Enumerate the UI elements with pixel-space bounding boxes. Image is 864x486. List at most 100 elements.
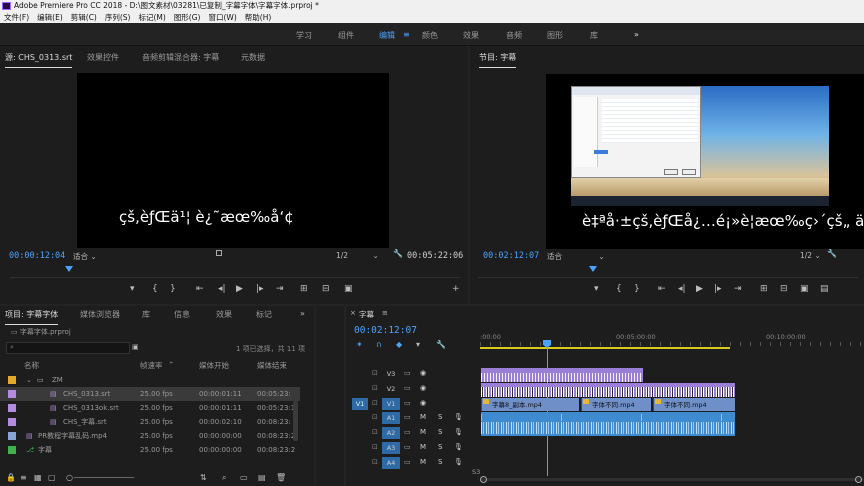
column-name[interactable]: 名称 <box>24 360 39 371</box>
track-sync-lock-icon[interactable]: ▭ <box>404 384 411 392</box>
track-lock-icon[interactable]: ⊡ <box>372 428 378 436</box>
list-view-icon[interactable]: ≡ <box>20 473 27 482</box>
timeline-scrollbar[interactable] <box>480 476 864 484</box>
go-to-in-icon[interactable]: ⇤ <box>196 284 204 294</box>
overwrite-icon[interactable]: ⊟ <box>322 284 330 294</box>
workspace-menu-icon[interactable]: ≡ <box>403 30 410 39</box>
track-name[interactable]: V3 <box>382 368 400 380</box>
project-list-item[interactable]: ▤ CHS_字幕.srt 25.00 fps 00:00:02:10 00:08:23: <box>0 415 300 429</box>
mark-in-icon[interactable]: { <box>152 284 158 294</box>
track-sync-lock-icon[interactable]: ▭ <box>404 458 411 466</box>
project-scrollbar[interactable] <box>293 401 298 441</box>
track-lock-icon[interactable]: ⊡ <box>372 413 378 421</box>
project-list-item[interactable]: ⎇ 字幕 25.00 fps 00:00:00:00 00:08:23:2 <box>0 443 300 457</box>
mark-out-icon[interactable]: } <box>634 284 640 294</box>
menu-item-1[interactable]: 编辑(E) <box>33 12 67 23</box>
project-search-input[interactable]: ⌕ <box>6 342 130 354</box>
solo-button[interactable]: S <box>438 413 442 421</box>
sort-up-icon[interactable]: ⌃ <box>168 360 174 369</box>
source-video-frame[interactable]: çš‚èƒŒä¹¦ è¿˜æœ‰å‘¢ <box>77 73 389 248</box>
a1-audio-clip[interactable] <box>481 412 735 436</box>
track-sync-lock-icon[interactable]: ▭ <box>404 443 411 451</box>
tab-markers[interactable]: 标记 <box>256 309 272 320</box>
tab-audio-clip-mixer[interactable]: 音频剪辑混合器: 字幕 <box>142 52 219 63</box>
mute-button[interactable]: M <box>420 458 426 466</box>
track-lock-icon[interactable]: ⊡ <box>372 458 378 466</box>
menu-item-3[interactable]: 序列(S) <box>101 12 135 23</box>
timeline-timecode[interactable]: 00:02:12:07 <box>354 325 417 336</box>
stop-square-icon[interactable] <box>216 250 222 256</box>
clear-icon[interactable]: 🗑 <box>276 473 286 482</box>
program-fit-select[interactable]: 适合 ⌄ <box>547 251 605 262</box>
tab-info[interactable]: 信息 <box>174 309 190 320</box>
tab-program[interactable]: 节目: 字幕 <box>479 52 517 68</box>
play-icon[interactable]: ▶ <box>696 284 703 294</box>
v2-subtitle-clip[interactable] <box>481 383 735 397</box>
go-to-in-icon[interactable]: ⇤ <box>658 284 666 294</box>
extract-icon[interactable]: ⊟ <box>780 284 788 294</box>
mark-in-icon[interactable]: { <box>616 284 622 294</box>
new-item-icon[interactable]: ▤ <box>258 473 266 482</box>
program-video-frame[interactable]: è‡ªå·±çš‚èƒŒå¿…é¡»è¦æœ‰ç›´çš„ ä <box>546 74 864 249</box>
add-marker-icon[interactable]: ◆ <box>396 340 402 349</box>
solo-button[interactable]: S <box>438 428 442 436</box>
mute-button[interactable]: M <box>420 413 426 421</box>
zoom-slider-track[interactable] <box>74 477 134 478</box>
source-resolution-select[interactable]: 1/2 ⌄ <box>336 251 379 260</box>
step-back-icon[interactable]: ◂| <box>678 284 686 294</box>
settings-icon[interactable]: ▤ <box>820 284 829 294</box>
tab-effects[interactable]: 效果 <box>216 309 232 320</box>
linked-selection-icon[interactable]: ∩ <box>376 340 382 349</box>
wrench-icon[interactable]: 🔧 <box>827 249 837 258</box>
column-media-end[interactable]: 媒体结束 <box>257 360 287 371</box>
marker-icon[interactable]: ▾ <box>416 340 420 349</box>
menu-item-6[interactable]: 窗口(W) <box>204 12 240 23</box>
lock-icon[interactable]: 🔒 <box>6 473 16 482</box>
microphone-icon[interactable]: 🎙 <box>454 443 463 451</box>
mute-button[interactable]: M <box>420 428 426 436</box>
track-name[interactable]: A1 <box>382 412 400 424</box>
eye-icon[interactable]: ◉ <box>420 399 426 407</box>
source-patch-v1[interactable]: V1 <box>352 398 368 410</box>
lift-icon[interactable]: ⊞ <box>760 284 768 294</box>
track-sync-lock-icon[interactable]: ▭ <box>404 369 411 377</box>
track-sync-lock-icon[interactable]: ▭ <box>404 428 411 436</box>
play-icon[interactable]: ▶ <box>236 284 243 294</box>
column-media-start[interactable]: 媒体开始 <box>199 360 229 371</box>
mute-button[interactable]: M <box>420 443 426 451</box>
program-time-ruler[interactable] <box>478 264 858 278</box>
menu-icon[interactable]: ≡ <box>382 309 388 317</box>
new-bin-from-search-icon[interactable]: ▣ <box>132 343 139 351</box>
menu-item-2[interactable]: 剪辑(C) <box>67 12 101 23</box>
project-list-item[interactable]: ⌄ ▭ ZM <box>0 373 300 387</box>
eye-icon[interactable]: ◉ <box>420 384 426 392</box>
zoom-handle-left[interactable] <box>480 476 487 483</box>
panel-overflow-icon[interactable]: » <box>300 309 305 318</box>
track-name[interactable]: V2 <box>382 383 400 395</box>
tab-metadata[interactable]: 元数据 <box>241 52 265 63</box>
add-marker-icon[interactable]: ▾ <box>594 284 599 294</box>
tab-project[interactable]: 项目: 字幕字体 <box>5 309 59 325</box>
workspace-tab-2[interactable]: 编辑 <box>379 30 395 41</box>
source-playhead[interactable] <box>65 266 73 272</box>
v1-video-clip[interactable]: 字体不同.mp4 <box>581 398 651 411</box>
mark-out-icon[interactable]: } <box>170 284 176 294</box>
eye-icon[interactable]: ◉ <box>420 369 426 377</box>
workspace-tab-6[interactable]: 图形 <box>547 30 563 41</box>
track-lock-icon[interactable]: ⊡ <box>372 369 378 377</box>
icon-view-icon[interactable]: ▦ <box>34 473 42 482</box>
step-forward-icon[interactable]: |▸ <box>714 284 722 294</box>
project-list-item[interactable]: ▤ CHS_0313.srt 25.00 fps 00:00:01:11 00:05:2… <box>0 387 300 401</box>
workspace-tab-3[interactable]: 颜色 <box>422 30 438 41</box>
wrench-icon[interactable]: 🔧 <box>436 340 446 349</box>
sort-icon[interactable]: ⇅ <box>200 473 207 482</box>
zoom-handle-right[interactable] <box>855 476 862 483</box>
source-fit-select[interactable]: 适合 ⌄ <box>73 251 97 262</box>
step-forward-icon[interactable]: |▸ <box>256 284 264 294</box>
track-name[interactable]: A2 <box>382 427 400 439</box>
track-lock-icon[interactable]: ⊡ <box>372 443 378 451</box>
solo-button[interactable]: S <box>438 458 442 466</box>
workspace-tab-4[interactable]: 效果 <box>463 30 479 41</box>
wrench-icon[interactable]: 🔧 <box>393 249 403 258</box>
go-to-out-icon[interactable]: ⇥ <box>734 284 742 294</box>
